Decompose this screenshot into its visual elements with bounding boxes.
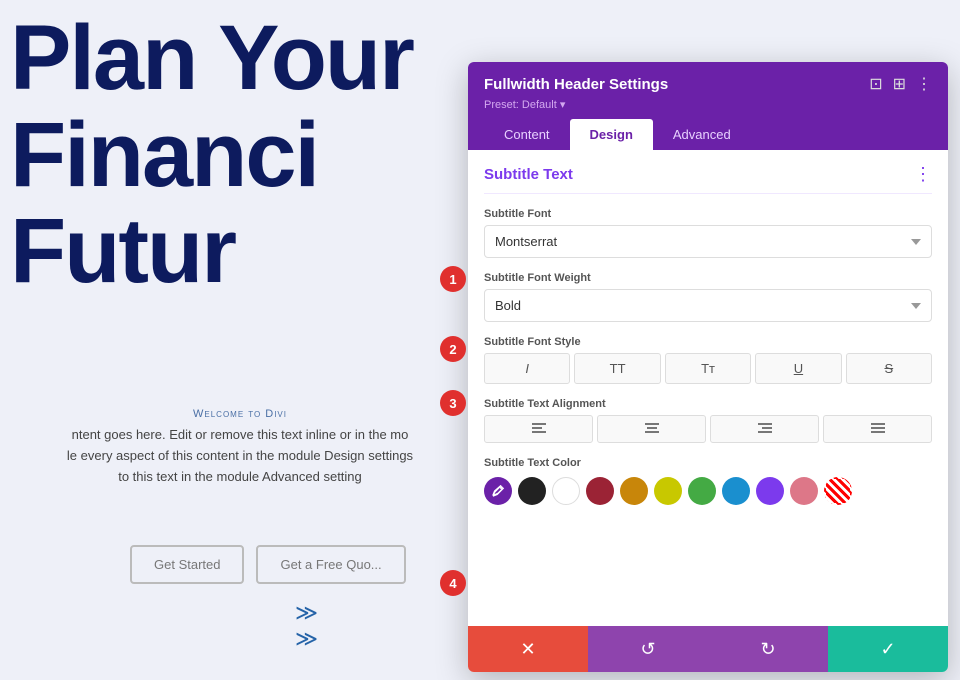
align-right-btn[interactable] (710, 415, 819, 443)
get-started-button[interactable]: Get Started (130, 545, 244, 584)
free-quote-button[interactable]: Get a Free Quo... (256, 545, 405, 584)
settings-panel: Fullwidth Header Settings ⊡ ⊞ ⋮ Preset: … (468, 62, 948, 672)
subtitle-font-weight-label: Subtitle Font Weight (484, 272, 932, 284)
hero-title: Plan Your Financi Futur (10, 10, 413, 300)
panel-tabs: Content Design Advanced (484, 119, 932, 150)
save-button[interactable]: ✓ (828, 626, 948, 672)
expand-icon[interactable]: ⊞ (893, 74, 906, 94)
color-green[interactable] (688, 477, 716, 505)
color-dark-red[interactable] (586, 477, 614, 505)
resize-icon[interactable]: ⊡ (869, 74, 882, 94)
color-custom[interactable] (824, 477, 852, 505)
subtitle-font-select[interactable]: Montserrat (484, 225, 932, 258)
tab-design[interactable]: Design (570, 119, 653, 150)
redo-button[interactable]: ↻ (708, 626, 828, 672)
panel-title-icons: ⊡ ⊞ ⋮ (869, 74, 932, 94)
color-yellow[interactable] (654, 477, 682, 505)
panel-title: Fullwidth Header Settings (484, 76, 668, 93)
scroll-down-icon[interactable]: ≫≫ (295, 600, 318, 652)
color-swatches (484, 477, 932, 505)
style-uppercase-btn[interactable]: TT (574, 353, 660, 384)
font-style-buttons: I TT Tт U S (484, 353, 932, 384)
panel-body: Subtitle Text ⋮ Subtitle Font Montserrat… (468, 150, 948, 626)
style-capitalize-btn[interactable]: Tт (665, 353, 751, 384)
more-options-icon[interactable]: ⋮ (916, 74, 932, 94)
align-left-btn[interactable] (484, 415, 593, 443)
badge-3: 3 (440, 390, 466, 416)
color-pink[interactable] (790, 477, 818, 505)
badge-4: 4 (440, 570, 466, 596)
panel-footer: ✕ ↺ ↻ ✓ (468, 626, 948, 672)
panel-preset[interactable]: Preset: Default ▾ (484, 98, 932, 111)
subtitle-text-color-label: Subtitle Text Color (484, 457, 932, 469)
tab-advanced[interactable]: Advanced (653, 119, 751, 150)
color-white[interactable] (552, 477, 580, 505)
align-center-btn[interactable] (597, 415, 706, 443)
welcome-text: Welcome to Divi (10, 408, 470, 420)
color-picker-button[interactable] (484, 477, 512, 505)
cancel-button[interactable]: ✕ (468, 626, 588, 672)
color-blue[interactable] (722, 477, 750, 505)
style-underline-btn[interactable]: U (755, 353, 841, 384)
panel-header: Fullwidth Header Settings ⊡ ⊞ ⋮ Preset: … (468, 62, 948, 150)
badge-1: 1 (440, 266, 466, 292)
subtitle-text-alignment-label: Subtitle Text Alignment (484, 398, 932, 410)
tab-content[interactable]: Content (484, 119, 570, 150)
subtitle-font-label: Subtitle Font (484, 208, 932, 220)
align-justify-btn[interactable] (823, 415, 932, 443)
reset-button[interactable]: ↺ (588, 626, 708, 672)
badge-2: 2 (440, 336, 466, 362)
style-italic-btn[interactable]: I (484, 353, 570, 384)
alignment-buttons (484, 415, 932, 443)
section-title: Subtitle Text (484, 166, 573, 183)
color-purple[interactable] (756, 477, 784, 505)
section-header: Subtitle Text ⋮ (484, 150, 932, 194)
color-black[interactable] (518, 477, 546, 505)
subtitle-font-weight-select[interactable]: Bold (484, 289, 932, 322)
hero-buttons: Get Started Get a Free Quo... (130, 545, 406, 584)
color-orange[interactable] (620, 477, 648, 505)
body-text: ntent goes here. Edit or remove this tex… (10, 425, 470, 487)
style-strikethrough-btn[interactable]: S (846, 353, 932, 384)
section-menu-icon[interactable]: ⋮ (914, 164, 932, 185)
subtitle-font-style-label: Subtitle Font Style (484, 336, 932, 348)
